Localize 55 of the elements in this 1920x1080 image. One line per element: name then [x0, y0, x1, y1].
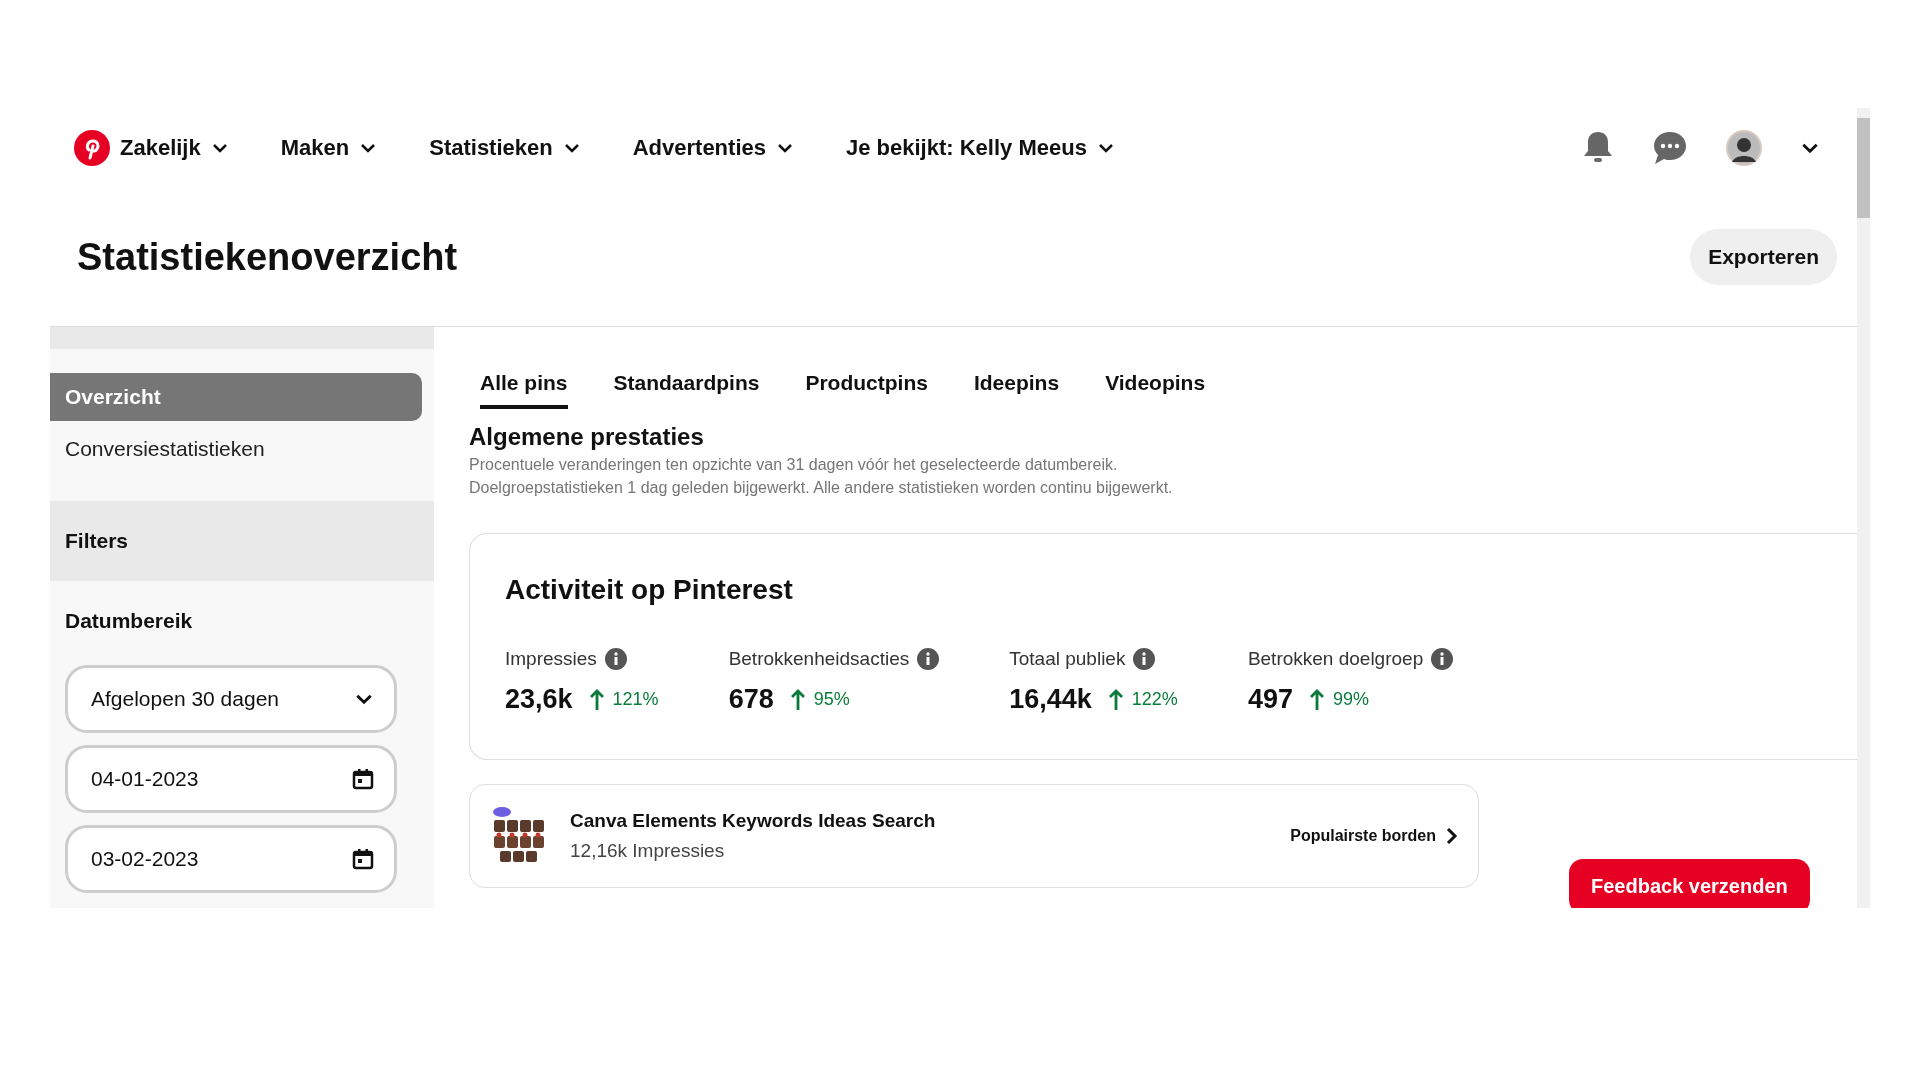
top-pin-card[interactable]: Canva Elements Keywords Ideas Search 12,16k Impressies Populairste borden: [469, 784, 1479, 888]
metric-label: Totaal publiek: [1009, 648, 1126, 670]
arrow-up-icon: [789, 688, 806, 711]
popular-boards-link[interactable]: Populairste borden: [1290, 827, 1458, 845]
arrow-up-icon: [1308, 688, 1325, 711]
sidebar-item[interactable]: Overzicht: [50, 373, 422, 421]
arrow-up-icon: [588, 688, 605, 711]
pin-type-tab[interactable]: Productpins: [805, 371, 928, 409]
info-icon: [1431, 648, 1454, 670]
date-range-label: Datumbereik: [65, 609, 194, 633]
nav-menu-item[interactable]: Maken: [276, 131, 382, 165]
pin-type-tab[interactable]: Videopins: [1105, 371, 1206, 409]
pin-impressions: 12,16k Impressies: [570, 840, 726, 862]
calendar-icon[interactable]: [352, 768, 374, 790]
calendar-icon[interactable]: [352, 848, 374, 870]
metric-label: Betrokken doelgroep: [1247, 648, 1424, 670]
export-button[interactable]: Exporteren: [1690, 229, 1837, 285]
metric-value: 16,44k: [1009, 684, 1092, 715]
chevron-right-icon: [1446, 827, 1458, 845]
metric-label: Impressies: [505, 648, 597, 670]
pinterest-logo-icon: [74, 130, 110, 166]
sidebar-item[interactable]: Conversiestatistieken: [50, 425, 422, 473]
pin-type-tab[interactable]: Ideepins: [973, 371, 1060, 409]
metric-value: 23,6k: [505, 684, 573, 715]
pin-type-tab[interactable]: Alle pins: [480, 371, 568, 409]
card-title: Activiteit op Pinterest: [505, 574, 794, 606]
info-icon: [604, 648, 627, 670]
arrow-up-icon: [1107, 688, 1124, 711]
avatar-icon[interactable]: [1726, 130, 1762, 166]
metric-value: 497: [1247, 684, 1293, 715]
info-icon: [917, 648, 940, 670]
nav-menu-item[interactable]: Advertenties: [628, 131, 798, 165]
end-date-field[interactable]: 03-02-2023: [65, 825, 397, 893]
metric-change: 122%: [1131, 689, 1178, 710]
date-range-select[interactable]: Afgelopen 30 dagen: [65, 665, 397, 733]
pin-title: Canva Elements Keywords Ideas Search: [570, 810, 937, 832]
metric-change: 95%: [813, 689, 850, 710]
section-note: Procentuele veranderingen ten opzichte van 31 dagen vóór het geselecteerde datumbereik.: [469, 456, 1119, 474]
nav-menu-item[interactable]: Je bekijkt: Kelly Meeus: [842, 131, 1119, 165]
nav-menu-item[interactable]: Statistieken: [425, 131, 585, 165]
metric-change: 121%: [612, 689, 659, 710]
pin-type-tab[interactable]: Standaardpins: [613, 371, 760, 409]
chat-icon[interactable]: [1652, 131, 1688, 165]
page-title: Statistiekenoverzicht: [77, 235, 458, 279]
section-note: Doelgroepstatistieken 1 dag geleden bijgewerkt. Alle andere statistieken worden continu bijgewerkt.: [469, 479, 1174, 497]
metric-value: 678: [728, 684, 774, 715]
filters-heading: Filters: [65, 529, 130, 553]
scrollbar-thumb[interactable]: [1857, 118, 1870, 218]
info-icon: [1133, 648, 1156, 670]
nav-menu-item[interactable]: Zakelijk: [70, 126, 233, 170]
metric-label: Betrokkenheidsacties: [728, 648, 910, 670]
metric-change: 99%: [1332, 689, 1369, 710]
section-title: Algemene prestaties: [469, 423, 705, 451]
feedback-button[interactable]: Feedback verzenden: [1569, 859, 1810, 908]
start-date-field[interactable]: 04-01-2023: [65, 745, 397, 813]
